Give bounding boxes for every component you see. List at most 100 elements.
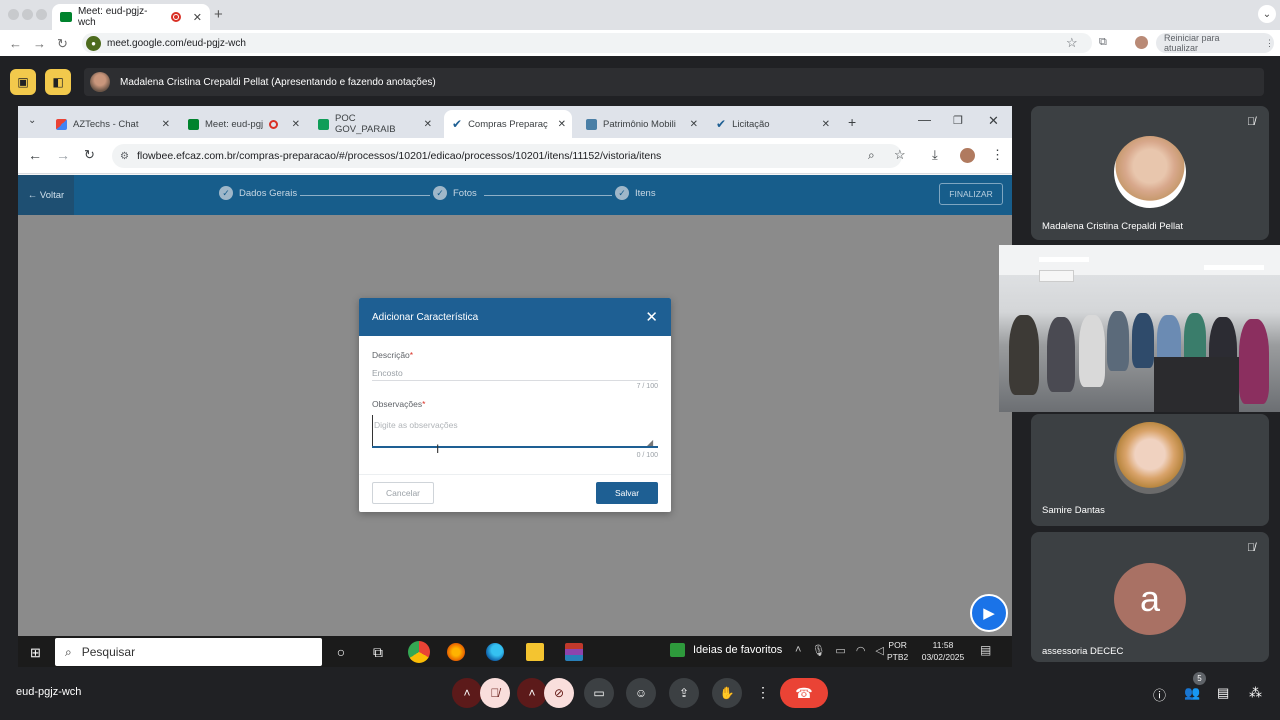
close-tab-icon[interactable]: ✕: [292, 119, 300, 130]
windows-start-icon[interactable]: ⊞: [30, 645, 41, 661]
reload-icon[interactable]: ↻: [57, 36, 68, 52]
restart-update-button[interactable]: Reiniciar para atualizar ⋮: [1156, 33, 1274, 53]
window-close-dot[interactable]: [8, 9, 19, 20]
participant-tile[interactable]: 🎙̸ Madalena Cristina Crepaldi Pellat: [1031, 106, 1269, 240]
restore-icon[interactable]: ❐: [953, 114, 963, 127]
emoji-button[interactable]: ☺: [626, 678, 656, 708]
activities-icon[interactable]: ⁂: [1249, 685, 1262, 701]
more-options-icon[interactable]: ⋮: [756, 684, 770, 701]
microphone-toggle-button[interactable]: 🎙̸: [480, 678, 510, 708]
dialog-divider: [359, 474, 671, 475]
participant-tile[interactable]: Samire Dantas: [1031, 414, 1269, 526]
chevron-down-icon[interactable]: ⌄: [1258, 5, 1276, 23]
microphone-icon[interactable]: 🎙: [811, 644, 825, 657]
finalizar-button[interactable]: FINALIZAR: [939, 183, 1003, 205]
outer-tab-meet[interactable]: Meet: eud-pgjz-wch ✕: [52, 4, 210, 30]
more-vert-icon[interactable]: ⋮: [991, 147, 1004, 163]
checkmark-icon: ✔: [716, 117, 727, 131]
audio-options-button[interactable]: ˄: [452, 678, 482, 708]
notification-icon[interactable]: ▤: [980, 643, 991, 657]
chat-icon[interactable]: ▤: [1217, 685, 1229, 701]
file-explorer-icon[interactable]: [526, 643, 544, 661]
close-tab-icon[interactable]: ✕: [193, 11, 202, 24]
chevron-up-icon[interactable]: ˄: [795, 644, 801, 657]
taskbar-search-placeholder: Pesquisar: [81, 645, 136, 659]
news-widget[interactable]: Ideias de favoritos: [670, 643, 782, 657]
observacoes-label: Observações*: [372, 399, 425, 409]
step-fotos[interactable]: ✓ Fotos: [433, 186, 477, 200]
battery-icon[interactable]: ▭: [835, 644, 845, 657]
taskbar-search[interactable]: ⌕ Pesquisar: [55, 638, 322, 666]
firefox-icon[interactable]: [447, 643, 465, 661]
descricao-input[interactable]: Encosto: [372, 368, 403, 378]
outer-address-bar[interactable]: ● meet.google.com/eud-pgjz-wch: [82, 33, 1092, 53]
language-indicator[interactable]: POR PTB2: [887, 639, 908, 663]
new-tab-icon[interactable]: +: [848, 114, 856, 130]
attendee: [1132, 313, 1154, 368]
close-tab-icon[interactable]: ✕: [162, 119, 170, 130]
zoom-icon[interactable]: ⌕: [868, 148, 875, 163]
end-call-button[interactable]: ☎: [780, 678, 828, 708]
close-icon[interactable]: ✕: [645, 308, 658, 326]
cortana-icon[interactable]: ○: [332, 643, 350, 661]
back-arrow-icon[interactable]: ←: [28, 147, 42, 163]
close-tab-icon[interactable]: ✕: [822, 119, 830, 130]
inner-tab-4[interactable]: Patrimônio Mobili ✕: [578, 110, 704, 138]
stop-presenting-button[interactable]: ▣: [10, 69, 36, 95]
back-arrow-icon[interactable]: ←: [9, 36, 22, 51]
forward-arrow-icon[interactable]: →: [56, 147, 70, 163]
inner-tab-label: POC GOV_PARAIB: [335, 113, 396, 135]
close-tab-icon[interactable]: ✕: [424, 119, 432, 130]
minimize-icon[interactable]: —: [918, 112, 931, 127]
attendee: [1047, 317, 1075, 392]
task-view-icon[interactable]: ⧉: [369, 643, 387, 661]
profile-avatar[interactable]: [1135, 36, 1148, 49]
inner-tab-3[interactable]: ✔ Compras Preparaç ✕: [444, 110, 572, 138]
download-icon[interactable]: ⤓: [932, 147, 938, 163]
inner-tab-1[interactable]: Meet: eud-pgj ✕: [180, 110, 306, 138]
app-icon[interactable]: [565, 643, 583, 661]
raise-hand-button[interactable]: ✋: [712, 678, 742, 708]
voltar-button[interactable]: ← Voltar: [18, 175, 74, 215]
tab-search-icon[interactable]: ⌄: [28, 115, 36, 126]
step-dados-gerais[interactable]: ✓ Dados Gerais: [219, 186, 297, 200]
video-options-button[interactable]: ˄: [517, 678, 547, 708]
captions-button[interactable]: ▭: [584, 678, 614, 708]
presentation-options-button[interactable]: ◧: [45, 69, 71, 95]
taskbar-clock[interactable]: 11:58 03/02/2025: [918, 639, 968, 663]
forward-arrow-icon[interactable]: →: [33, 36, 46, 51]
bookmark-star-icon[interactable]: ☆: [894, 147, 906, 163]
play-icon: ▶: [983, 605, 995, 622]
inner-tab-5[interactable]: ✔ Licitação ✕: [708, 110, 836, 138]
people-icon[interactable]: 👥: [1184, 685, 1200, 701]
close-window-icon[interactable]: ✕: [988, 113, 999, 129]
window-minimize-dot[interactable]: [22, 9, 33, 20]
extensions-icon[interactable]: ⧉: [1099, 36, 1107, 49]
observacoes-textarea[interactable]: Digite as observações: [372, 415, 658, 447]
close-tab-icon[interactable]: ✕: [558, 119, 566, 130]
chrome-icon[interactable]: [408, 641, 430, 663]
step-itens[interactable]: ✓ Itens: [615, 186, 656, 200]
inner-address-bar[interactable]: ⚙ flowbee.efcaz.com.br/compras-preparaca…: [112, 144, 902, 168]
gmail-icon: [56, 118, 67, 130]
bookmark-star-icon[interactable]: ☆: [1066, 35, 1078, 51]
cancel-button[interactable]: Cancelar: [372, 482, 434, 504]
present-button[interactable]: ⇪: [669, 678, 699, 708]
speaker-icon[interactable]: ◁: [875, 644, 883, 657]
camera-toggle-button[interactable]: ⊘: [544, 678, 574, 708]
inner-tab-0[interactable]: AZTechs - Chat ✕: [48, 110, 176, 138]
wifi-icon[interactable]: ◠: [856, 644, 866, 657]
close-tab-icon[interactable]: ✕: [690, 119, 698, 130]
reload-icon[interactable]: ↻: [84, 147, 95, 163]
profile-avatar[interactable]: [960, 148, 975, 163]
room-video-tile[interactable]: [999, 245, 1280, 412]
participant-tile[interactable]: a 🎙̸ assessoria DECEC: [1031, 532, 1269, 662]
new-tab-icon[interactable]: +: [214, 6, 223, 23]
edge-icon[interactable]: [486, 643, 504, 661]
play-fab-button[interactable]: ▶: [970, 594, 1008, 632]
window-zoom-dot[interactable]: [36, 9, 47, 20]
inner-tab-2[interactable]: POC GOV_PARAIB ✕: [310, 110, 438, 138]
info-icon[interactable]: ⓘ: [1153, 685, 1166, 704]
presenter-avatar: [90, 72, 110, 92]
save-button[interactable]: Salvar: [596, 482, 658, 504]
